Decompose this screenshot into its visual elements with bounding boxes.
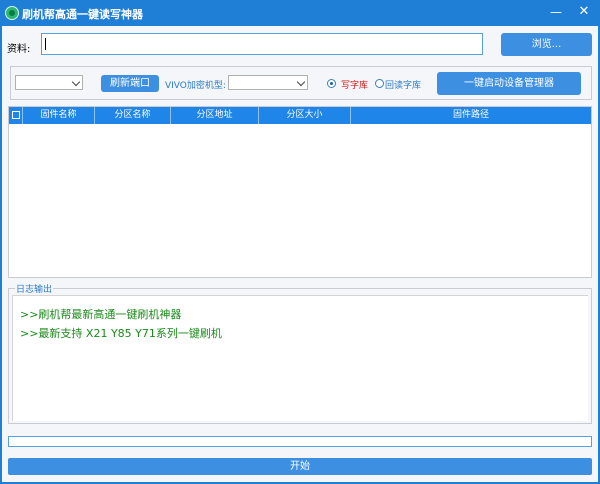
close-button[interactable]: ✕ <box>572 2 596 22</box>
select-all-cell[interactable] <box>9 107 23 124</box>
toolbar-group: 刷新端口 VIVO加密机型: 写字库 回读字库 一键启动设备管理器 <box>10 66 592 100</box>
firmware-table: 固件名称 分区名称 分区地址 分区大小 固件路径 <box>8 106 592 278</box>
app-logo-icon <box>5 6 19 20</box>
log-output-group: 日志输出 >>刷机帮最新高通一键刷机神器 >>最新支持 X21 Y85 Y71系… <box>8 282 592 424</box>
read-mode-label[interactable]: 回读字库 <box>385 78 421 91</box>
log-output-area[interactable]: >>刷机帮最新高通一键刷机神器 >>最新支持 X21 Y85 Y71系列一键刷机 <box>12 295 588 421</box>
chevron-down-icon <box>71 77 81 87</box>
table-header: 固件名称 分区名称 分区地址 分区大小 固件路径 <box>9 107 591 124</box>
minimize-button[interactable]: — <box>544 2 568 22</box>
log-output-legend: 日志输出 <box>15 282 54 295</box>
vivo-model-label: VIVO加密机型: <box>165 81 226 91</box>
vivo-model-select[interactable] <box>228 75 308 90</box>
column-header-firmware-name[interactable]: 固件名称 <box>23 107 95 124</box>
log-line: >>刷机帮最新高通一键刷机神器 <box>20 308 182 321</box>
text-caret <box>45 38 46 50</box>
column-header-partition-size[interactable]: 分区大小 <box>259 107 351 124</box>
column-header-firmware-path[interactable]: 固件路径 <box>351 107 591 124</box>
device-manager-button[interactable]: 一键启动设备管理器 <box>437 72 581 95</box>
write-mode-radio[interactable] <box>327 79 336 88</box>
column-header-partition-name[interactable]: 分区名称 <box>95 107 171 124</box>
read-mode-radio[interactable] <box>375 79 384 88</box>
progress-bar <box>8 436 592 447</box>
browse-button[interactable]: 浏览... <box>501 33 592 56</box>
chevron-down-icon <box>296 77 306 87</box>
column-header-partition-address[interactable]: 分区地址 <box>171 107 259 124</box>
log-line: >>最新支持 X21 Y85 Y71系列一键刷机 <box>20 327 222 340</box>
title-bar: 刷机帮高通一键读写神器 — ✕ <box>0 0 600 26</box>
main-panel: 资料: 浏览... 刷新端口 VIVO加密机型: 写字库 回读字库 一键启动设备… <box>2 26 598 482</box>
start-button[interactable]: 开始 <box>8 458 592 475</box>
window-title: 刷机帮高通一键读写神器 <box>22 8 143 21</box>
write-mode-label[interactable]: 写字库 <box>341 78 368 91</box>
select-all-checkbox[interactable] <box>12 111 20 119</box>
file-path-label: 资料: <box>7 44 31 55</box>
refresh-port-button[interactable]: 刷新端口 <box>101 75 159 92</box>
file-path-input[interactable] <box>41 33 483 55</box>
port-select[interactable] <box>15 75 83 90</box>
